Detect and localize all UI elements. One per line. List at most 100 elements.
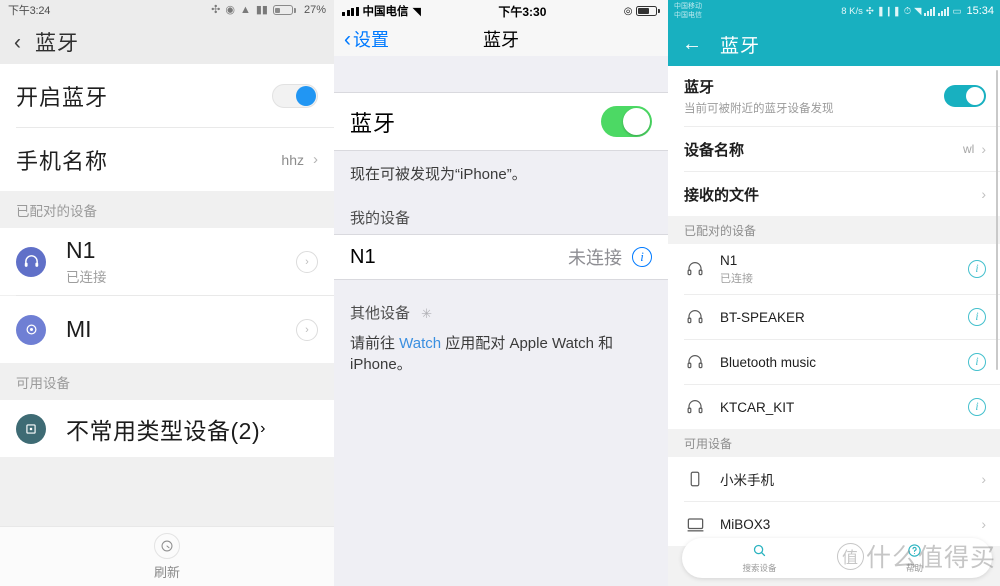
chevron-right-icon: › <box>260 419 266 437</box>
scrollbar[interactable] <box>995 70 998 370</box>
bluetooth-icon: ✣ <box>211 3 221 16</box>
list-item[interactable]: BT-SPEAKER i <box>668 295 1000 339</box>
device-name: BT-SPEAKER <box>720 309 805 325</box>
refresh-icon <box>154 532 180 559</box>
list-item[interactable]: 不常用类型设备(2) › <box>0 400 334 457</box>
row-label: 蓝牙 <box>684 79 715 96</box>
signal-icon <box>938 6 950 16</box>
chevron-right-icon: › <box>313 151 318 168</box>
device-status: 已连接 <box>720 272 753 285</box>
row-label: 蓝牙 <box>350 110 397 136</box>
headphone-icon <box>684 308 706 326</box>
signal-icon <box>924 6 936 16</box>
device-name-value: wl <box>962 142 975 156</box>
section-header-paired: 已配对的设备 <box>668 216 1000 244</box>
list-item[interactable]: 小米手机 › <box>668 457 1000 501</box>
info-icon[interactable]: i <box>968 398 986 416</box>
screenshot-root: 下午3:24 ✣ ◉ ▲ ▮▮ 27% ‹ 蓝牙 开启蓝牙 手机名称 hhz ›… <box>0 0 1000 586</box>
chevron-right-icon: › <box>981 516 986 532</box>
list-item[interactable]: KTCAR_KIT i <box>668 385 1000 429</box>
headphone-icon <box>16 246 46 277</box>
carrier-line-1: 中国移动 <box>674 2 702 10</box>
search-devices-button[interactable]: 搜索设备 <box>682 543 837 574</box>
carrier-line-2: 中国电信 <box>674 12 702 19</box>
bluetooth-toggle[interactable] <box>272 83 318 108</box>
refresh-label: 刷新 <box>153 564 180 580</box>
device-name: 小米手机 <box>720 473 774 488</box>
panel-emui-bluetooth: 中国移动 中国电信 8 K/s ✣ ❚❙❚ ⏱ ◥ ▭ 15:34 ← 蓝牙 蓝… <box>668 0 1000 586</box>
question-icon <box>907 543 922 561</box>
status-time: 下午3:24 <box>8 5 51 17</box>
list-item[interactable]: MI › <box>0 296 334 363</box>
help-button[interactable]: 帮助 <box>837 543 992 574</box>
battery-icon: ▭ <box>952 5 962 17</box>
back-button[interactable]: ‹ 设置 <box>344 26 389 52</box>
row-device-name[interactable]: 手机名称 hhz › <box>0 128 334 191</box>
bluetooth-icon: ✣ <box>865 5 874 17</box>
refresh-button[interactable]: 刷新 <box>0 526 334 586</box>
wifi-icon: ◥ <box>914 5 922 17</box>
row-label: 开启蓝牙 <box>16 84 109 110</box>
chevron-left-icon[interactable]: ‹ <box>14 32 21 53</box>
device-name: 不常用类型设备(2) <box>66 417 261 444</box>
settings-arrow-icon[interactable]: › <box>296 318 318 341</box>
dnd-icon: ◉ <box>225 3 235 16</box>
list-item[interactable]: Bluetooth music i <box>668 340 1000 384</box>
status-time: 15:34 <box>966 5 994 17</box>
bluetooth-toggle[interactable] <box>601 106 652 137</box>
info-icon[interactable]: i <box>632 247 652 268</box>
headphone-icon <box>684 353 706 371</box>
section-header-paired: 已配对的设备 <box>0 191 334 228</box>
spinner-icon: ✳ <box>421 306 433 322</box>
info-icon[interactable]: i <box>968 353 986 371</box>
headphone-icon <box>684 398 706 416</box>
monitor-icon <box>684 515 706 534</box>
net-speed: 8 K/s <box>841 5 863 17</box>
row-received-files[interactable]: 接收的文件 › <box>668 172 1000 216</box>
row-bluetooth-toggle[interactable]: 蓝牙 当前可被附近的蓝牙设备发现 <box>668 66 1000 126</box>
settings-arrow-icon[interactable]: › <box>296 250 318 273</box>
chevron-left-icon: ‹ <box>344 27 351 51</box>
row-label: 设备名称 <box>684 141 745 159</box>
back-label: 设置 <box>353 30 389 50</box>
search-icon <box>752 543 767 561</box>
button-label: 帮助 <box>905 562 923 573</box>
watch-app-link[interactable]: Watch <box>399 335 441 352</box>
device-status: 未连接 <box>568 248 622 269</box>
info-icon[interactable]: i <box>968 308 986 326</box>
battery-icon <box>636 6 660 16</box>
miui-appbar: ‹ 蓝牙 <box>0 20 334 64</box>
row-sublabel: 当前可被附近的蓝牙设备发现 <box>684 103 834 115</box>
bluetooth-toggle[interactable] <box>944 85 986 107</box>
list-item[interactable]: N1 未连接 i <box>334 234 668 281</box>
device-name: Bluetooth music <box>720 354 817 370</box>
row-device-name[interactable]: 设备名称 wl › <box>668 127 1000 171</box>
list-item[interactable]: N1 已连接 › <box>0 228 334 295</box>
miui-status-bar: 下午3:24 ✣ ◉ ▲ ▮▮ 27% <box>0 0 334 20</box>
emui-appbar: ← 蓝牙 <box>668 22 1000 66</box>
ios-status-bar: 中国电信 ◥ 下午3:30 ◎ <box>334 0 668 22</box>
device-name: MI <box>66 316 92 342</box>
arrow-left-icon[interactable]: ← <box>682 34 702 54</box>
device-name-value: hhz <box>281 151 304 168</box>
device-square-icon <box>16 413 46 444</box>
device-name: MiBOX3 <box>720 516 771 532</box>
panel-miui-bluetooth: 下午3:24 ✣ ◉ ▲ ▮▮ 27% ‹ 蓝牙 开启蓝牙 手机名称 hhz ›… <box>0 0 334 586</box>
page-title: 蓝牙 <box>35 32 79 55</box>
row-bluetooth-toggle[interactable]: 蓝牙 <box>334 93 668 151</box>
section-header-available: 可用设备 <box>668 429 1000 457</box>
section-header-other-devices: 其他设备 ✳ <box>334 280 668 329</box>
info-icon[interactable]: i <box>968 260 986 278</box>
list-item[interactable]: N1 已连接 i <box>668 244 1000 294</box>
row-bluetooth-toggle[interactable]: 开启蓝牙 <box>0 64 334 127</box>
section-header-my-devices: 我的设备 <box>350 210 411 228</box>
page-title: 蓝牙 <box>720 35 761 57</box>
emui-status-bar: 中国移动 中国电信 8 K/s ✣ ❚❙❚ ⏱ ◥ ▭ 15:34 <box>668 0 1000 22</box>
wifi-icon: ◥ <box>412 5 421 18</box>
device-name: N1 <box>720 252 738 268</box>
chevron-right-icon: › <box>981 141 986 157</box>
ios-nav-bar: ‹ 设置 蓝牙 <box>334 22 668 56</box>
headphone-icon <box>684 260 706 278</box>
chevron-right-icon: › <box>981 186 986 202</box>
rotation-lock-icon: ◎ <box>623 5 633 17</box>
